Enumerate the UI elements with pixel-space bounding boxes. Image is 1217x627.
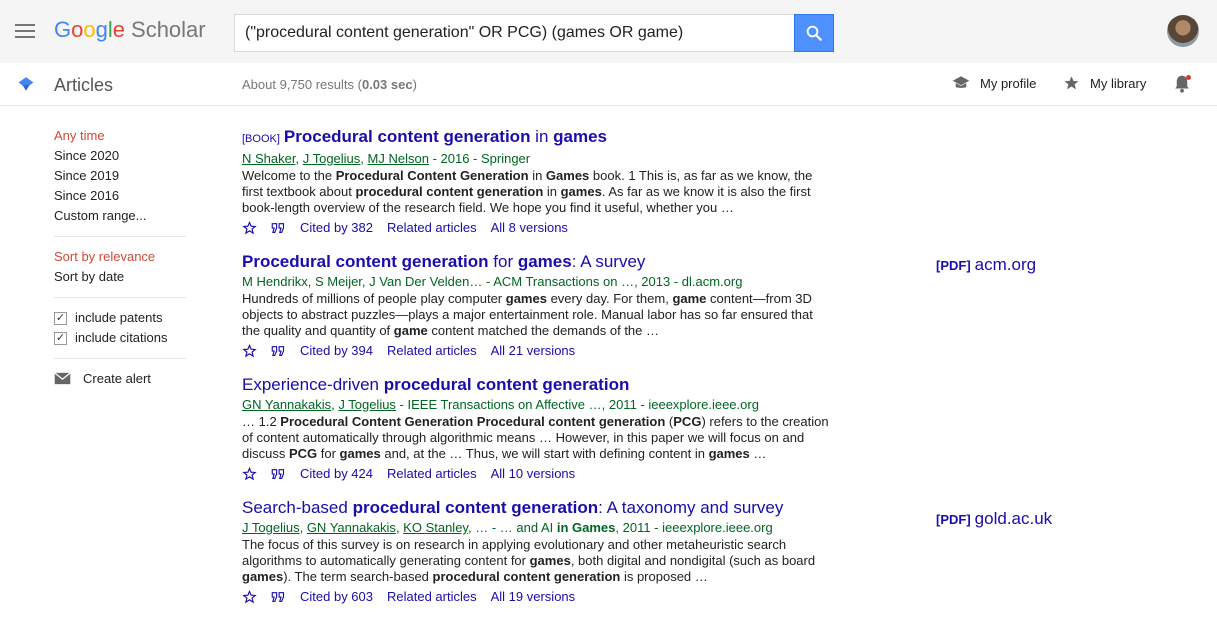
result-snippet: The focus of this survey is on research …	[242, 537, 816, 584]
filter-since-2020[interactable]: Since 2020	[54, 146, 186, 166]
star-icon	[1064, 76, 1079, 90]
pdf-link-gold[interactable]: [PDF] gold.ac.uk	[936, 509, 1052, 529]
checkmark-icon: ✓	[54, 311, 67, 325]
search-icon	[806, 25, 822, 41]
result-item: [BOOK] Procedural content generation in g…	[242, 126, 922, 237]
scholar-cap-icon	[18, 77, 34, 91]
sort-by-date[interactable]: Sort by date	[54, 267, 186, 287]
sidebar-divider	[54, 236, 186, 237]
cite-quote-icon[interactable]	[271, 468, 286, 480]
all-versions-link[interactable]: All 21 versions	[491, 342, 576, 360]
my-profile-link[interactable]: My profile	[952, 75, 1036, 91]
result-item: Procedural content generation for games:…	[242, 251, 922, 360]
cite-quote-icon[interactable]	[271, 345, 286, 357]
google-scholar-logo[interactable]: Google Scholar	[54, 17, 206, 43]
result-authors: M Hendrikx, S Meijer, J Van Der Velden… …	[242, 274, 743, 289]
include-patents-checkbox[interactable]: ✓ include patents	[54, 308, 186, 328]
results-list: [BOOK] Procedural content generation in g…	[242, 126, 922, 620]
sidebar-divider	[54, 297, 186, 298]
related-articles-link[interactable]: Related articles	[387, 342, 477, 360]
filter-any-time[interactable]: Any time	[54, 126, 186, 146]
sort-by-relevance[interactable]: Sort by relevance	[54, 247, 186, 267]
result-actions: Cited by 382 Related articles All 8 versio…	[242, 219, 922, 237]
result-type-tag: [BOOK]	[242, 133, 280, 145]
all-versions-link[interactable]: All 8 versions	[491, 219, 568, 237]
search-box	[234, 14, 795, 52]
all-versions-link[interactable]: All 10 versions	[491, 465, 576, 483]
cited-by-link[interactable]: Cited by 394	[300, 342, 373, 360]
result-authors: GN Yannakakis, J Togelius - IEEE Transac…	[242, 397, 759, 412]
result-snippet: … 1.2 Procedural Content Generation Proc…	[242, 414, 829, 461]
create-alert-button[interactable]: Create alert	[54, 371, 186, 386]
result-title-link[interactable]: Experience-driven procedural content gen…	[242, 374, 922, 396]
checkmark-icon: ✓	[54, 331, 67, 345]
save-star-icon[interactable]	[242, 344, 257, 358]
related-articles-link[interactable]: Related articles	[387, 588, 477, 606]
graduation-cap-icon	[952, 76, 970, 88]
result-actions: Cited by 424 Related articles All 10 versi…	[242, 465, 922, 483]
cited-by-link[interactable]: Cited by 382	[300, 219, 373, 237]
result-snippet: Hundreds of millions of people play comp…	[242, 291, 813, 338]
sidebar-divider	[54, 358, 186, 359]
author-link[interactable]: J Togelius	[338, 397, 396, 412]
author-link[interactable]: GN Yannakakis	[242, 397, 331, 412]
sidebar: Any time Since 2020 Since 2019 Since 201…	[54, 126, 186, 386]
save-star-icon[interactable]	[242, 590, 257, 604]
avatar[interactable]	[1167, 15, 1199, 47]
result-title-link[interactable]: [BOOK] Procedural content generation in g…	[242, 126, 922, 150]
include-citations-checkbox[interactable]: ✓ include citations	[54, 328, 186, 348]
author-link[interactable]: GN Yannakakis	[307, 520, 396, 535]
result-authors: N Shaker, J Togelius, MJ Nelson - 2016 -…	[242, 151, 531, 166]
result-title-link[interactable]: Procedural content generation for games:…	[242, 251, 922, 273]
top-bar: Google Scholar	[0, 0, 1217, 63]
result-item: Search-based procedural content generati…	[242, 497, 922, 606]
author-link[interactable]: J Togelius	[242, 520, 300, 535]
cite-quote-icon[interactable]	[271, 591, 286, 603]
cited-by-link[interactable]: Cited by 603	[300, 588, 373, 606]
author-link[interactable]: MJ Nelson	[368, 151, 429, 166]
hamburger-menu-icon[interactable]	[15, 24, 35, 38]
cite-quote-icon[interactable]	[271, 222, 286, 234]
filter-custom-range[interactable]: Custom range...	[54, 206, 186, 226]
result-item: Experience-driven procedural content gen…	[242, 374, 922, 483]
search-button[interactable]	[794, 14, 834, 52]
notification-dot	[1186, 75, 1191, 80]
author-link[interactable]: KO Stanley	[403, 520, 468, 535]
pdf-link-acm[interactable]: [PDF] acm.org	[936, 255, 1036, 275]
author-link[interactable]: N Shaker	[242, 151, 295, 166]
search-input[interactable]	[235, 15, 795, 51]
author-link[interactable]: J Togelius	[303, 151, 361, 166]
my-library-link[interactable]: My library	[1063, 75, 1146, 91]
result-actions: Cited by 394 Related articles All 21 versi…	[242, 342, 922, 360]
save-star-icon[interactable]	[242, 467, 257, 481]
filter-since-2019[interactable]: Since 2019	[54, 166, 186, 186]
cited-by-link[interactable]: Cited by 424	[300, 465, 373, 483]
result-title-link[interactable]: Search-based procedural content generati…	[242, 497, 922, 519]
related-articles-link[interactable]: Related articles	[387, 465, 477, 483]
result-authors: J Togelius, GN Yannakakis, KO Stanley, ……	[242, 520, 773, 535]
filter-since-2016[interactable]: Since 2016	[54, 186, 186, 206]
result-count: About 9,750 results (0.03 sec)	[242, 77, 417, 92]
all-versions-link[interactable]: All 19 versions	[491, 588, 576, 606]
result-snippet: Welcome to the Procedural Content Genera…	[242, 168, 813, 215]
envelope-icon	[54, 372, 71, 385]
sub-bar: Articles About 9,750 results (0.03 sec) …	[0, 63, 1217, 106]
section-title: Articles	[54, 75, 114, 95]
related-articles-link[interactable]: Related articles	[387, 219, 477, 237]
save-star-icon[interactable]	[242, 221, 257, 235]
result-actions: Cited by 603 Related articles All 19 versi…	[242, 588, 922, 606]
